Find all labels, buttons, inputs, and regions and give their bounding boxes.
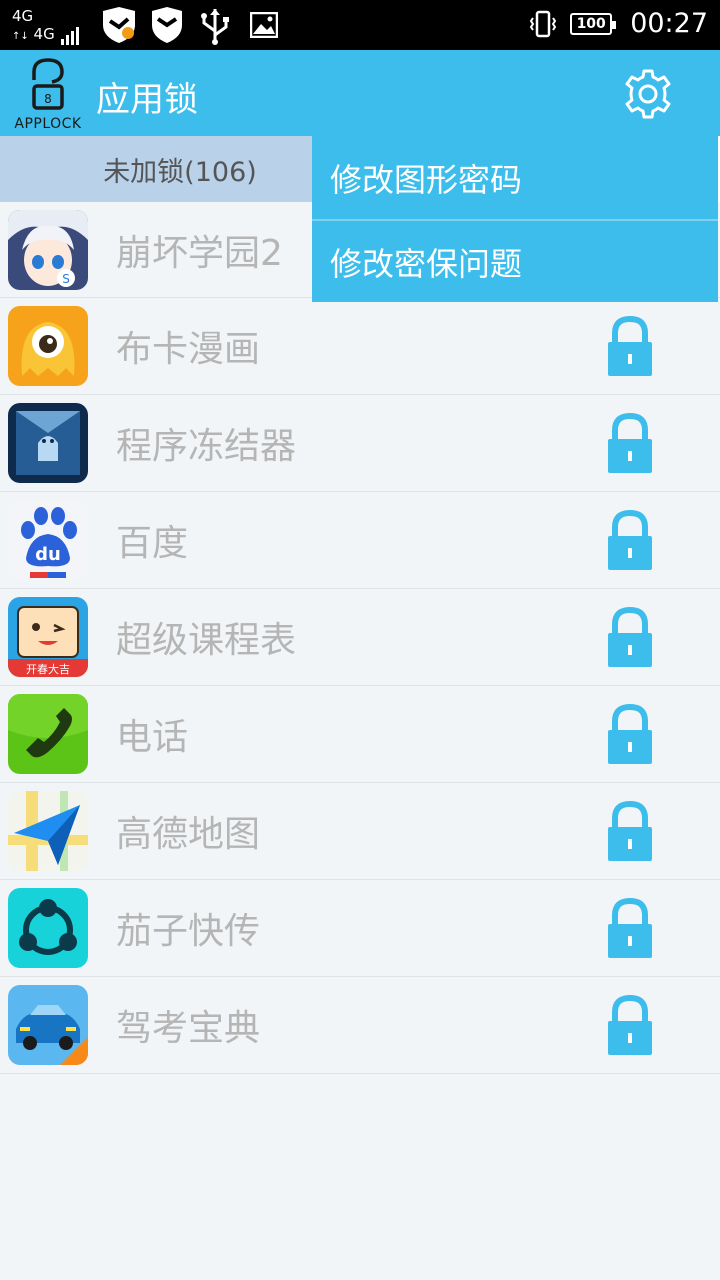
settings-menu: 修改图形密码 修改密保问题 (312, 136, 718, 302)
list-item[interactable]: 高德地图 (0, 783, 720, 880)
gear-icon[interactable] (622, 68, 674, 120)
network-indicator: 4G ↑↓ 4G (12, 8, 82, 45)
app-name: 电话 (116, 717, 189, 758)
svg-text:开春大吉: 开春大吉 (26, 662, 70, 676)
svg-text:S: S (62, 272, 70, 286)
menu-item-label: 修改图形密码 (330, 160, 523, 199)
battery-level: 100 (576, 15, 606, 32)
lock-icon[interactable] (604, 704, 656, 766)
logo-text: APPLOCK (14, 116, 82, 132)
app-name: 布卡漫画 (116, 329, 261, 370)
super-schedule-icon: 开春大吉 (8, 597, 88, 677)
freezer-icon (8, 403, 88, 483)
lock-icon[interactable] (604, 607, 656, 669)
menu-item-change-pattern[interactable]: 修改图形密码 (312, 136, 718, 219)
applock-logo-icon: 8 (32, 58, 64, 110)
vibrate-icon (529, 10, 557, 37)
lock-icon[interactable] (604, 995, 656, 1057)
app-name: 驾考宝典 (116, 1008, 261, 1049)
buka-icon (8, 306, 88, 386)
list-item[interactable]: du 百度 (0, 492, 720, 589)
list-item[interactable]: 布卡漫画 (0, 298, 720, 395)
app-name: 超级课程表 (116, 620, 297, 661)
driving-test-icon (8, 985, 88, 1065)
clock: 00:27 (630, 8, 708, 39)
app-bar: 8 APPLOCK 应用锁 (0, 50, 720, 136)
signal-icon (60, 27, 79, 45)
shareit-icon (8, 888, 88, 968)
lock-icon[interactable] (604, 413, 656, 475)
svg-text:8: 8 (44, 92, 52, 106)
network-type-2: 4G (33, 25, 55, 43)
menu-item-change-security-question[interactable]: 修改密保问题 (312, 219, 718, 302)
lock-icon[interactable] (604, 801, 656, 863)
lock-icon[interactable] (604, 898, 656, 960)
app-logo: 8 APPLOCK (12, 56, 84, 132)
status-bar: 4G ↑↓ 4G 100 00:27 (0, 0, 720, 50)
list-item[interactable]: 开春大吉 超级课程表 (0, 589, 720, 686)
lock-icon[interactable] (604, 510, 656, 572)
list-item[interactable]: 程序冻结器 (0, 395, 720, 492)
app-list: S 崩坏学园2 布卡漫画 程序冻结器 du 百度 开春大吉 超级课程表 电话 高… (0, 202, 720, 1074)
list-item[interactable]: 驾考宝典 (0, 977, 720, 1074)
network-type-1: 4G (12, 7, 34, 25)
list-item[interactable]: 茄子快传 (0, 880, 720, 977)
page-title: 应用锁 (96, 80, 198, 120)
lock-icon[interactable] (604, 316, 656, 378)
baidu-icon: du (8, 500, 88, 580)
app-name: 崩坏学园2 (116, 233, 283, 274)
tab-unlocked[interactable]: 未加锁(106) (0, 136, 360, 202)
tab-unlocked-label: 未加锁(106) (103, 156, 257, 188)
app-name: 百度 (116, 523, 189, 564)
phone-icon (8, 694, 88, 774)
menu-item-label: 修改密保问题 (330, 244, 523, 283)
honkai-icon: S (8, 210, 88, 290)
usb-icon (201, 9, 229, 45)
amap-icon (8, 791, 88, 871)
shield-app-icon-2 (152, 7, 182, 43)
battery-indicator: 100 (570, 12, 617, 35)
app-name: 程序冻结器 (116, 426, 297, 467)
image-icon (250, 12, 278, 38)
list-item[interactable]: 电话 (0, 686, 720, 783)
svg-text:du: du (35, 544, 61, 565)
shield-app-icon (103, 7, 135, 43)
app-name: 高德地图 (116, 814, 261, 855)
app-name: 茄子快传 (116, 911, 261, 952)
